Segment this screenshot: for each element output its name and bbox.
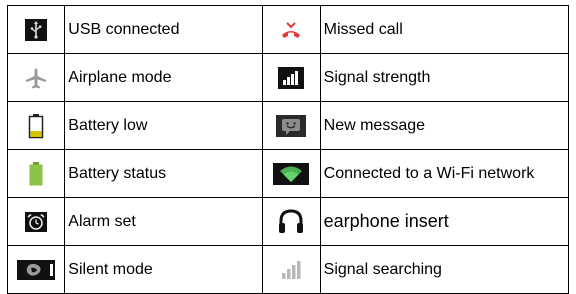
status-icon-table: USB connected Missed call Airplane mode … [6, 5, 570, 294]
new-message-icon [276, 114, 307, 137]
icon-cell [6, 101, 66, 150]
label-missed-call: Missed call [319, 5, 570, 54]
label-airplane-mode: Airplane mode [64, 53, 264, 102]
battery-status-icon [28, 161, 44, 187]
label-new-message: New message [319, 101, 570, 150]
airplane-icon [24, 66, 48, 90]
icon-cell [262, 101, 321, 150]
icon-cell [6, 197, 66, 246]
battery-low-icon [28, 113, 44, 139]
label-usb-connected: USB connected [64, 5, 264, 54]
earphone-icon [277, 208, 305, 236]
label-earphone-insert: earphone insert [319, 197, 570, 246]
signal-searching-icon [278, 259, 304, 281]
label-wifi-connected: Connected to a Wi-Fi network [319, 149, 570, 198]
icon-cell [262, 197, 321, 246]
table-row: Silent mode Signal searching [6, 245, 570, 294]
icon-cell [6, 149, 66, 198]
signal-strength-icon [278, 66, 305, 89]
icon-cell [6, 245, 66, 294]
table-row: Airplane mode Signal strength [6, 53, 570, 102]
table-row: Battery status Connected to a Wi-Fi netw… [6, 149, 570, 198]
icon-cell [262, 53, 321, 102]
icon-cell [262, 245, 321, 294]
label-signal-strength: Signal strength [319, 53, 570, 102]
silent-mode-icon [17, 259, 56, 280]
missed-call-icon [279, 19, 303, 41]
usb-icon [25, 18, 48, 41]
label-battery-status: Battery status [64, 149, 264, 198]
icon-cell [262, 5, 321, 54]
alarm-icon [25, 211, 48, 232]
icon-cell [6, 5, 66, 54]
label-battery-low: Battery low [64, 101, 264, 150]
wifi-icon [273, 162, 310, 185]
label-signal-searching: Signal searching [319, 245, 570, 294]
table-row: Battery low New message [6, 101, 570, 150]
table-row: Alarm set earphone insert [6, 197, 570, 246]
label-alarm-set: Alarm set [64, 197, 264, 246]
label-silent-mode: Silent mode [64, 245, 264, 294]
icon-cell [262, 149, 321, 198]
icon-cell [6, 53, 66, 102]
table-row: USB connected Missed call [6, 5, 570, 54]
